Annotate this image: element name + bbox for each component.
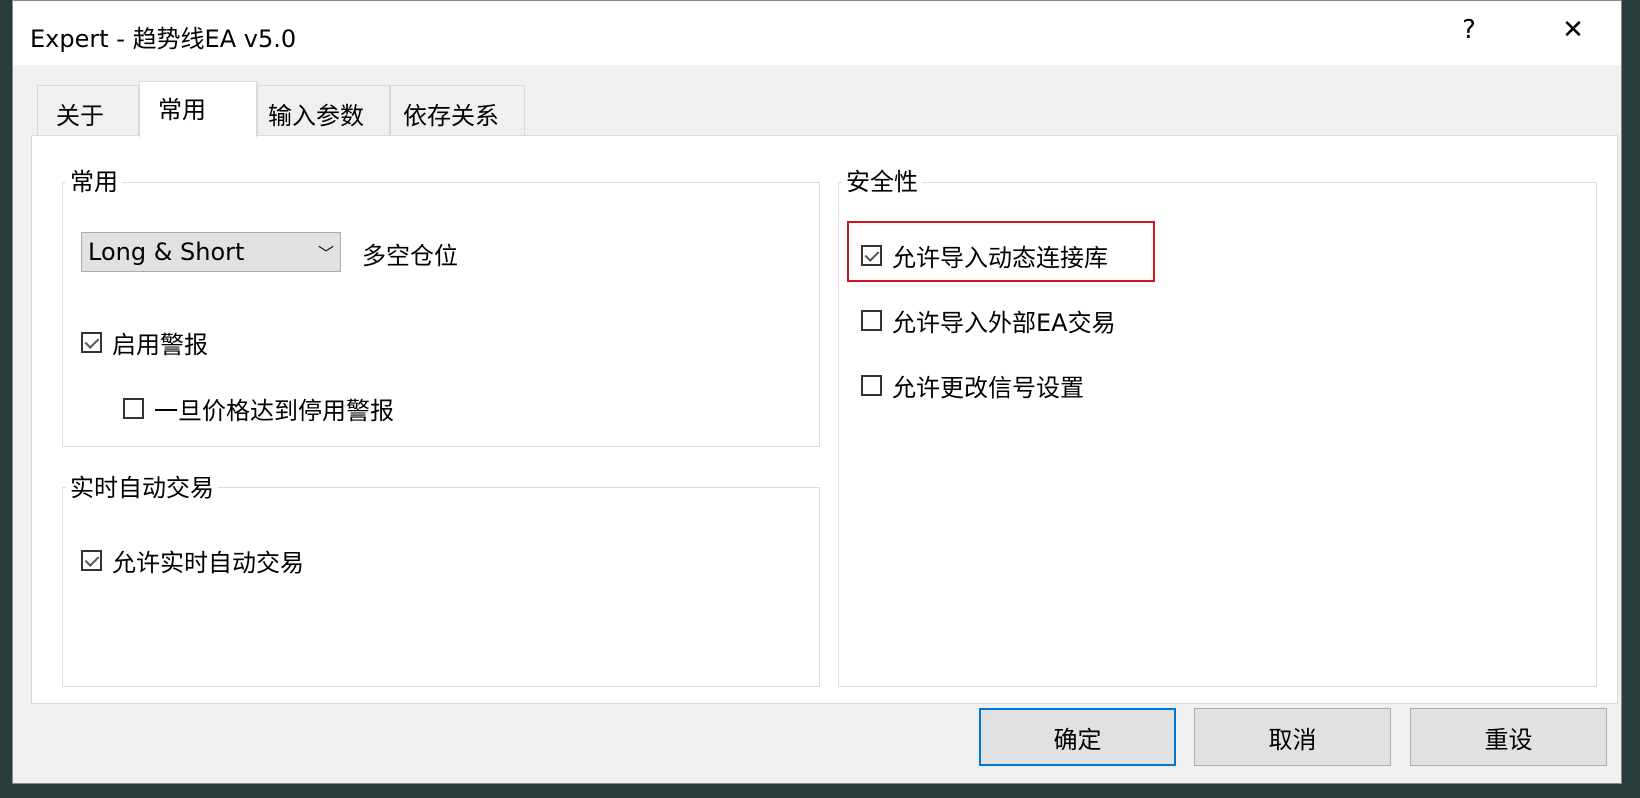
checkbox-checked-icon	[861, 245, 882, 266]
reset-button[interactable]: 重设	[1410, 708, 1607, 766]
allow-dll-import-label: 允许导入动态连接库	[892, 244, 1108, 272]
allow-signal-settings-checkbox[interactable]: 允许更改信号设置	[861, 368, 1084, 403]
checkbox-checked-icon	[81, 332, 102, 353]
allow-dll-import-checkbox[interactable]: 允许导入动态连接库	[861, 238, 1108, 273]
security-group-title: 安全性	[842, 162, 922, 197]
disable-alert-label: 一旦价格达到停用警报	[154, 397, 394, 425]
position-mode-label: 多空仓位	[362, 242, 458, 270]
checkbox-checked-icon	[81, 550, 102, 571]
expert-dialog: Expert - 趋势线EA v5.0 ? ✕ 关于 常用 输入参数 依存关系 …	[12, 0, 1622, 784]
checkbox-unchecked-icon	[123, 398, 144, 419]
cancel-button[interactable]: 取消	[1194, 708, 1391, 766]
allow-signal-settings-label: 允许更改信号设置	[892, 374, 1084, 402]
tab-dependencies[interactable]: 依存关系	[390, 85, 525, 135]
enable-alerts-checkbox[interactable]: 启用警报	[81, 325, 208, 360]
close-button[interactable]: ✕	[1553, 15, 1593, 45]
tab-about[interactable]: 关于	[37, 85, 139, 135]
allow-external-ea-label: 允许导入外部EA交易	[892, 309, 1116, 337]
title-bar: Expert - 趋势线EA v5.0 ? ✕	[13, 1, 1621, 65]
ok-button[interactable]: 确定	[979, 708, 1176, 766]
disable-alert-checkbox[interactable]: 一旦价格达到停用警报	[123, 391, 394, 426]
checkbox-unchecked-icon	[861, 310, 882, 331]
tab-common[interactable]: 常用	[139, 81, 257, 137]
allow-live-trading-checkbox[interactable]: 允许实时自动交易	[81, 543, 304, 578]
allow-external-ea-checkbox[interactable]: 允许导入外部EA交易	[861, 303, 1116, 338]
live-trading-group-title: 实时自动交易	[66, 468, 218, 503]
position-mode-select[interactable]: Long & Short ﹀	[81, 232, 341, 272]
help-button[interactable]: ?	[1449, 15, 1489, 45]
checkbox-unchecked-icon	[861, 375, 882, 396]
tab-inputs[interactable]: 输入参数	[257, 85, 390, 135]
window-title: Expert - 趋势线EA v5.0	[30, 25, 297, 53]
allow-live-trading-label: 允许实时自动交易	[112, 549, 304, 577]
position-mode-value: Long & Short	[88, 238, 245, 266]
tab-panel: 常用 Long & Short ﹀ 多空仓位 启用警报 一旦价格达到停用警报 实…	[31, 135, 1618, 704]
common-group-title: 常用	[66, 162, 122, 197]
live-trading-group	[62, 487, 820, 687]
enable-alerts-label: 启用警报	[112, 331, 208, 359]
chevron-down-icon: ﹀	[317, 244, 334, 263]
